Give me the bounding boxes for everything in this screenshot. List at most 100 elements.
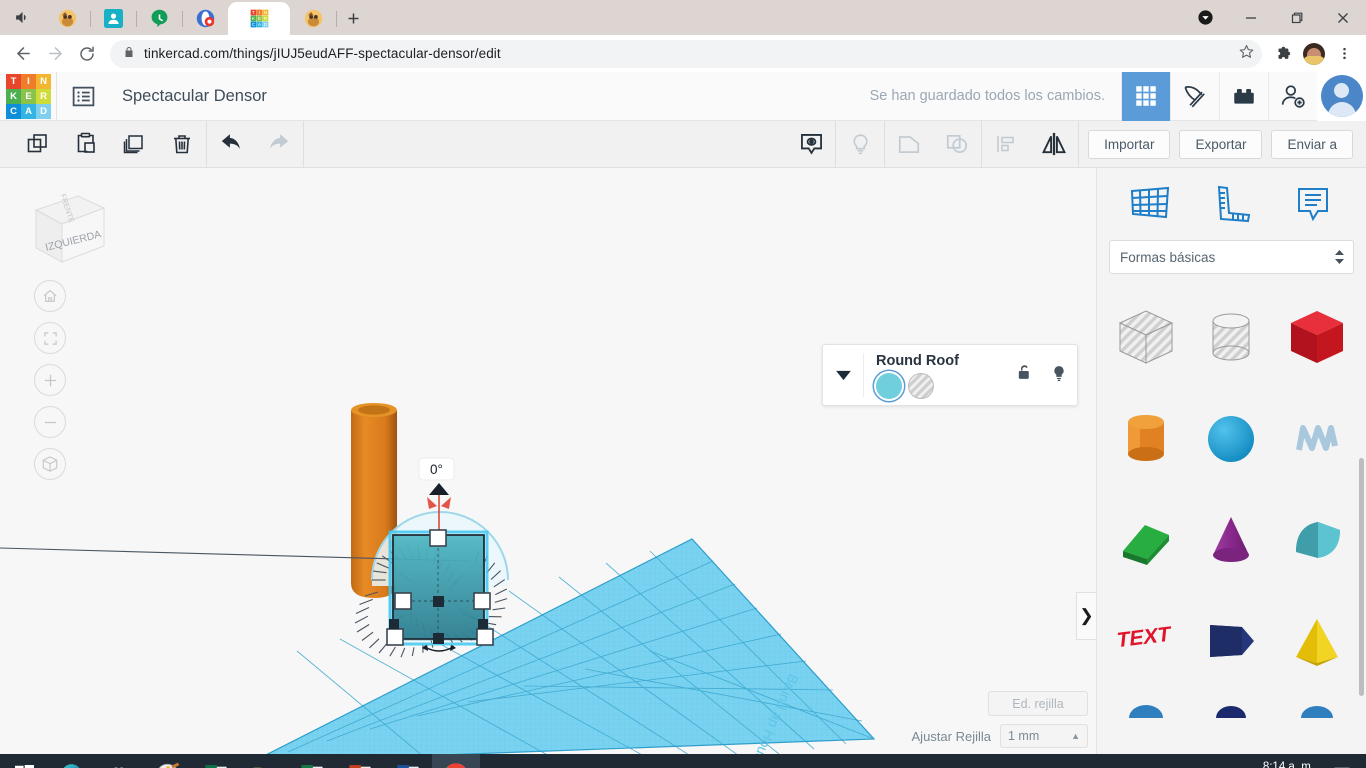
svg-text:R: R xyxy=(263,16,267,22)
shape-partial-1[interactable] xyxy=(1103,692,1189,722)
user-avatar[interactable] xyxy=(1317,71,1366,121)
shape-text[interactable]: TEXT xyxy=(1103,591,1189,688)
solid-color-swatch[interactable] xyxy=(876,373,902,399)
start-icon[interactable] xyxy=(0,754,48,768)
tab-4[interactable] xyxy=(182,2,229,35)
reload-button[interactable] xyxy=(72,39,102,69)
zoom-out-button[interactable] xyxy=(34,406,66,438)
profile-avatar[interactable] xyxy=(1300,40,1328,68)
collapse-caret-icon[interactable] xyxy=(823,370,863,381)
close-button[interactable] xyxy=(1320,0,1366,35)
notification-center-icon[interactable]: 4 xyxy=(1322,754,1362,768)
taskbar-chrome[interactable] xyxy=(432,754,480,768)
shape-roof[interactable] xyxy=(1103,490,1189,587)
tray-clock[interactable]: 8:14 a. m. 1/10/2021 xyxy=(1255,760,1322,768)
extensions-icon[interactable] xyxy=(1270,40,1298,68)
maximize-button[interactable] xyxy=(1274,0,1320,35)
mirror-icon[interactable] xyxy=(1030,121,1078,168)
edit-grid-button[interactable]: Ed. rejilla xyxy=(988,691,1088,716)
view-cube[interactable]: IZQUIERDA FRENTE xyxy=(16,182,112,270)
group-shapes-icon[interactable] xyxy=(885,121,933,168)
fit-view-button[interactable] xyxy=(34,322,66,354)
taskbar-edge[interactable] xyxy=(48,754,96,768)
shape-scribble[interactable] xyxy=(1274,389,1360,486)
tab-notes[interactable] xyxy=(1284,178,1342,230)
sidebar-scrollbar[interactable] xyxy=(1359,458,1364,696)
unlocked-padlock-icon[interactable] xyxy=(1016,364,1033,388)
camera-icon[interactable] xyxy=(1107,754,1133,768)
brick-icon[interactable] xyxy=(1219,71,1268,121)
paste-button[interactable] xyxy=(62,121,110,168)
shape-box[interactable] xyxy=(1274,288,1360,385)
taskbar-powerpoint[interactable]: P xyxy=(336,754,384,768)
new-tab-button[interactable] xyxy=(336,2,370,35)
taskbar-excel[interactable]: X xyxy=(288,754,336,768)
taskbar-publisher[interactable]: P xyxy=(192,754,240,768)
shape-partial-3[interactable] xyxy=(1274,692,1360,722)
workplane-canvas[interactable]: Brund ap House 0° xyxy=(0,168,1096,754)
taskbar-gimp[interactable] xyxy=(96,754,144,768)
tab-shapes[interactable] xyxy=(1121,178,1179,230)
copy-button[interactable] xyxy=(14,121,62,168)
lightbulb-icon[interactable] xyxy=(836,121,884,168)
page-title[interactable]: Spectacular Densor xyxy=(109,87,267,106)
redo-button[interactable] xyxy=(255,121,303,168)
tab-6[interactable] xyxy=(290,2,337,35)
delete-button[interactable] xyxy=(158,121,206,168)
shape-round-roof[interactable] xyxy=(1274,490,1360,587)
snap-grid-select[interactable]: 1 mm ▲ xyxy=(1000,724,1088,748)
shape-pentagon-arrow[interactable] xyxy=(1189,591,1275,688)
3d-viewport[interactable]: Brund ap House 0° IZQUIERDA FRENTE Round… xyxy=(0,168,1096,754)
logo-cell-n: N xyxy=(36,73,51,89)
taskbar-paint[interactable] xyxy=(144,754,192,768)
shape-pyramid[interactable] xyxy=(1274,591,1360,688)
duplicate-button[interactable] xyxy=(110,121,158,168)
shape-property-card[interactable]: Round Roof xyxy=(822,344,1078,406)
taskbar-word[interactable]: W xyxy=(384,754,432,768)
ungroup-shapes-icon[interactable] xyxy=(933,121,981,168)
tinkercad-logo[interactable]: T I N K E R C A D xyxy=(0,73,56,119)
send-to-button[interactable]: Enviar a xyxy=(1271,129,1353,159)
back-button[interactable] xyxy=(8,39,38,69)
window-menu-icon[interactable] xyxy=(1182,0,1228,35)
project-menu-button[interactable] xyxy=(57,84,109,109)
align-icon[interactable] xyxy=(982,121,1030,168)
shape-cone[interactable] xyxy=(1189,490,1275,587)
import-button[interactable]: Importar xyxy=(1088,129,1171,159)
volume-muted-icon[interactable] xyxy=(1185,754,1211,768)
home-view-button[interactable] xyxy=(34,280,66,312)
chrome-menu-icon[interactable] xyxy=(1330,40,1358,68)
category-select[interactable]: Formas básicas xyxy=(1109,240,1354,274)
shape-sphere[interactable] xyxy=(1189,389,1275,486)
taskbar-explorer[interactable] xyxy=(240,754,288,768)
address-bar[interactable]: tinkercad.com/things/jIUJ5eudAFF-spectac… xyxy=(110,39,1262,68)
tray-expand-icon[interactable] xyxy=(1081,754,1107,768)
panel-toggle-button[interactable]: ❯ xyxy=(1076,592,1096,640)
battery-icon[interactable] xyxy=(1133,754,1159,768)
shape-partial-2[interactable] xyxy=(1189,692,1275,722)
cube-perspective-icon[interactable] xyxy=(34,448,66,480)
zoom-in-button[interactable] xyxy=(34,364,66,396)
lightbulb-icon[interactable] xyxy=(1051,364,1067,388)
add-user-icon[interactable] xyxy=(1268,71,1317,121)
tab-3[interactable] xyxy=(136,2,183,35)
pickaxe-icon[interactable] xyxy=(1170,71,1219,121)
shape-cylinder-hole[interactable] xyxy=(1189,288,1275,385)
undo-button[interactable] xyxy=(207,121,255,168)
grid-view-icon[interactable] xyxy=(1121,71,1170,121)
workplane-icon[interactable] xyxy=(787,121,835,168)
tab-2[interactable] xyxy=(90,2,137,35)
shape-box-hole[interactable] xyxy=(1103,288,1189,385)
tab-5-active[interactable]: T I N K E R C A D xyxy=(228,2,290,35)
wifi-icon[interactable] xyxy=(1159,754,1185,768)
minimize-button[interactable] xyxy=(1228,0,1274,35)
export-button[interactable]: Exportar xyxy=(1179,129,1263,159)
bookmark-star-icon[interactable] xyxy=(1239,44,1254,64)
url-text: tinkercad.com/things/jIUJ5eudAFF-spectac… xyxy=(144,46,501,61)
tab-1[interactable] xyxy=(44,2,91,35)
hole-swatch[interactable] xyxy=(908,373,934,399)
tab-mute-icon[interactable] xyxy=(0,0,44,35)
tab-ruler[interactable] xyxy=(1202,178,1260,230)
forward-button[interactable] xyxy=(40,39,70,69)
shape-cylinder[interactable] xyxy=(1103,389,1189,486)
